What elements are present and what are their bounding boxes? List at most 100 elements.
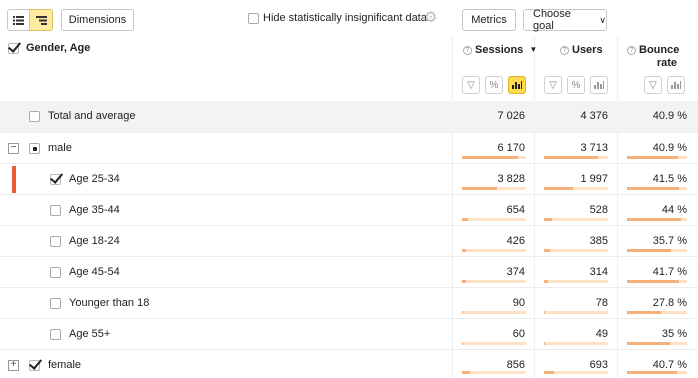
help-icon[interactable]: ? — [560, 46, 569, 55]
row-checkbox[interactable] — [29, 111, 40, 122]
tree-view-button[interactable] — [30, 9, 53, 31]
users-bar — [544, 371, 608, 374]
users-bar-fill — [544, 187, 574, 190]
sessions-bar-fill — [462, 156, 519, 159]
row-checkbox[interactable] — [50, 236, 61, 247]
sessions-header-label: Sessions — [475, 44, 524, 56]
filter-icon: ▽ — [649, 79, 657, 91]
row-checkbox[interactable] — [50, 174, 61, 185]
users-bar-fill — [544, 156, 599, 159]
bounce-bar-fill — [627, 156, 678, 159]
sessions-bar-fill — [462, 342, 463, 345]
row-label: Age 45-54 — [69, 266, 120, 278]
row-checkbox[interactable] — [50, 298, 61, 309]
row-label: Age 25-34 — [69, 173, 120, 185]
bounce-rate-header[interactable]: ? Bounce rate — [627, 44, 681, 70]
sessions-filter-button[interactable]: ▽ — [462, 76, 480, 94]
sessions-bar — [462, 371, 526, 374]
sessions-bar — [462, 249, 526, 252]
bounce-filter-button[interactable]: ▽ — [644, 76, 662, 94]
users-bar — [544, 187, 608, 190]
bounce-bar-fill — [627, 342, 671, 345]
table-row[interactable]: − male 6 170 3 713 40.9 % — [0, 132, 698, 163]
sessions-bar — [462, 156, 526, 159]
gear-icon[interactable]: ⚙ — [424, 10, 439, 25]
sessions-bars-button[interactable] — [508, 76, 526, 94]
row-checkbox[interactable] — [50, 205, 61, 216]
dimension-header: Gender, Age — [8, 42, 90, 54]
bounce-bar — [627, 371, 687, 374]
choose-goal-dropdown[interactable]: Choose goal ∨ — [523, 8, 607, 32]
total-row: Total and average 7 026 4 376 40.9 % — [0, 101, 698, 132]
table-row[interactable]: Age 55+ 60 49 35 % — [0, 318, 698, 349]
bar-chart-icon — [671, 81, 681, 89]
sessions-bar-fill — [462, 371, 470, 374]
sessions-value: 6 170 — [497, 142, 525, 154]
bar-chart-icon — [594, 81, 604, 89]
row-checkbox[interactable] — [29, 360, 40, 371]
users-bar — [544, 342, 608, 345]
dimension-checkbox[interactable] — [8, 42, 19, 54]
users-filter-button[interactable]: ▽ — [544, 76, 562, 94]
bounce-value: 40.7 % — [652, 359, 687, 371]
bounce-bars-button[interactable] — [667, 76, 685, 94]
users-bar-fill — [544, 218, 552, 221]
sessions-bar — [462, 342, 526, 345]
dimensions-button[interactable]: Dimensions — [61, 9, 134, 31]
table-row[interactable]: Age 25-34 3 828 1 997 41.5 % — [0, 163, 698, 194]
sessions-percent-button[interactable]: % — [485, 76, 503, 94]
bounce-value: 40.9 % — [652, 110, 687, 122]
bounce-value: 41.7 % — [652, 266, 687, 278]
toolbar: Dimensions Hide statistically insignific… — [0, 0, 698, 36]
bounce-bar — [627, 342, 687, 345]
sessions-value: 426 — [506, 235, 525, 247]
sessions-header[interactable]: ? Sessions ▼ — [463, 44, 537, 56]
expand-icon[interactable]: + — [8, 360, 19, 371]
sessions-value: 374 — [506, 266, 525, 278]
dimension-title: Gender, Age — [26, 42, 91, 54]
table-row[interactable]: Age 35-44 654 528 44 % — [0, 194, 698, 225]
collapse-icon[interactable]: − — [8, 143, 19, 154]
row-checkbox[interactable] — [50, 267, 61, 278]
users-bars-button[interactable] — [590, 76, 608, 94]
users-bar-fill — [544, 342, 545, 345]
users-value: 3 713 — [580, 142, 608, 154]
row-checkbox[interactable] — [29, 143, 40, 154]
sessions-value: 856 — [506, 359, 525, 371]
bounce-value: 40.9 % — [652, 142, 687, 154]
sessions-bar-fill — [462, 280, 466, 283]
bounce-bar — [627, 156, 687, 159]
sessions-bar-fill — [462, 249, 467, 252]
help-icon[interactable]: ? — [463, 46, 472, 55]
bounce-bar — [627, 311, 687, 314]
table-row[interactable]: Younger than 18 90 78 27.8 % — [0, 287, 698, 318]
users-bar-fill — [544, 280, 549, 283]
help-icon[interactable]: ? — [627, 46, 636, 55]
row-label: Age 55+ — [69, 328, 111, 340]
table-row[interactable]: Age 45-54 374 314 41.7 % — [0, 256, 698, 287]
bar-chart-icon — [512, 81, 522, 89]
sessions-bar-fill — [462, 187, 498, 190]
list-view-button[interactable] — [7, 9, 30, 31]
table-row[interactable]: Age 18-24 426 385 35.7 % — [0, 225, 698, 256]
row-label: Age 18-24 — [69, 235, 120, 247]
percent-icon: % — [571, 79, 581, 91]
sessions-value: 7 026 — [497, 110, 525, 122]
bounce-bar — [627, 249, 687, 252]
hide-insignificant-toggle[interactable]: Hide statistically insignificant data — [248, 12, 427, 24]
bounce-bar-fill — [627, 218, 681, 221]
row-checkbox[interactable] — [50, 329, 61, 340]
users-percent-button[interactable]: % — [567, 76, 585, 94]
choose-goal-label: Choose goal — [533, 8, 571, 32]
hide-insignificant-checkbox[interactable] — [248, 12, 259, 24]
users-bar — [544, 280, 608, 283]
users-bar — [544, 249, 608, 252]
users-header[interactable]: ? Users — [560, 44, 603, 56]
users-bar-fill — [544, 371, 555, 374]
row-label: Total and average — [48, 110, 136, 122]
sessions-bar — [462, 280, 526, 283]
table-row[interactable]: + female 856 693 40.7 % — [0, 349, 698, 378]
metrics-button[interactable]: Metrics — [462, 9, 516, 31]
percent-icon: % — [489, 79, 499, 91]
bounce-bar-fill — [627, 187, 679, 190]
